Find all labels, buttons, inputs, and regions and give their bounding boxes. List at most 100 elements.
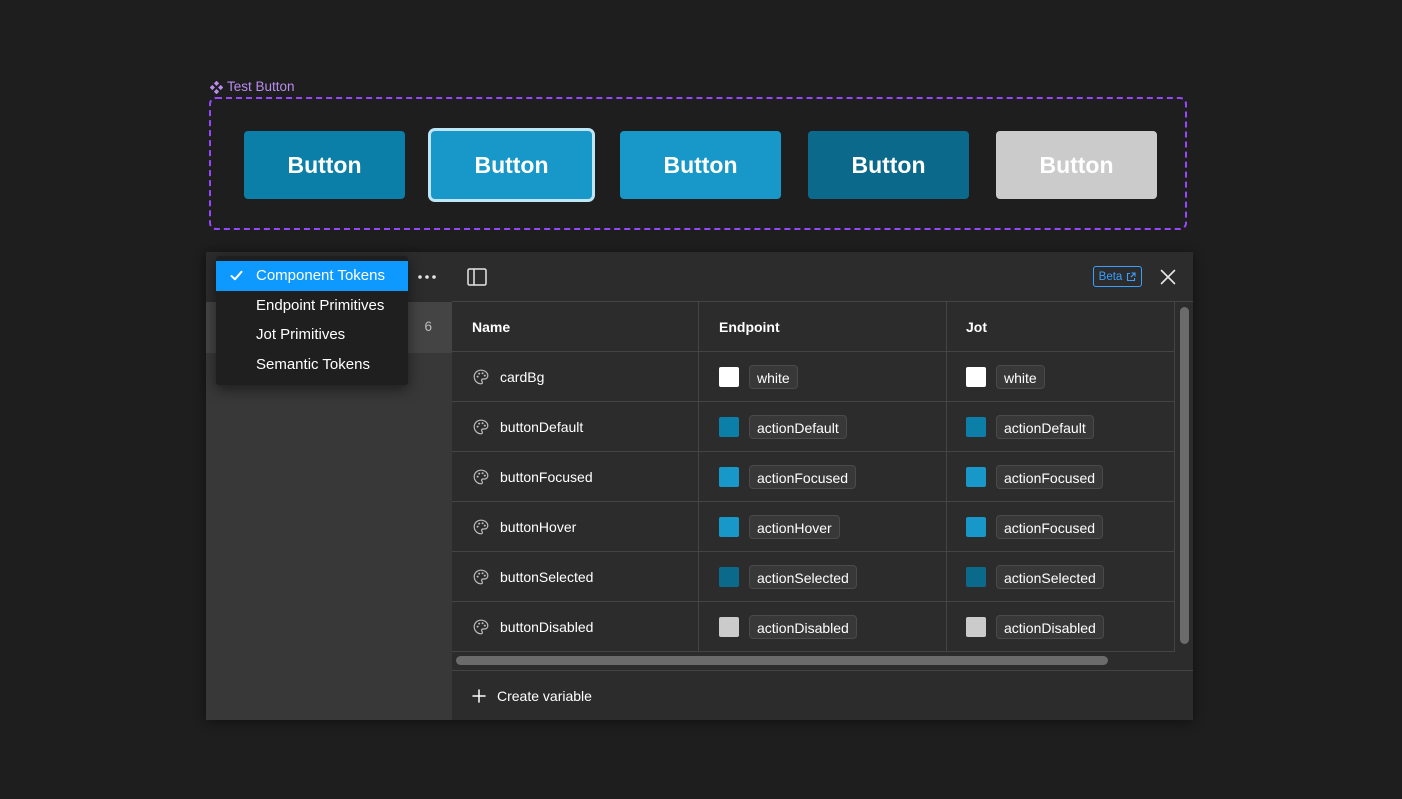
table-row[interactable]: buttonDisabled actionDisabled actionDisabl…: [452, 602, 1175, 652]
create-variable-label: Create variable: [497, 687, 592, 704]
color-swatch: [719, 367, 739, 387]
jot-value-cell[interactable]: white: [947, 352, 1175, 402]
button-focused[interactable]: Button: [431, 131, 592, 199]
variable-name-cell[interactable]: buttonDisabled: [452, 602, 699, 652]
button-selected[interactable]: Button: [808, 131, 969, 199]
jot-value-cell[interactable]: actionFocused: [947, 452, 1175, 502]
external-link-icon: [1127, 271, 1136, 281]
color-swatch: [966, 517, 986, 537]
button-hover[interactable]: Button: [620, 131, 781, 199]
menu-item-semantic-tokens[interactable]: Semantic Tokens: [216, 350, 408, 380]
color-variable-icon: [473, 569, 489, 585]
beta-label: Beta: [1098, 270, 1123, 283]
table-row[interactable]: buttonFocused actionFocused actionFocused: [452, 452, 1175, 502]
close-icon[interactable]: [1158, 267, 1178, 287]
color-swatch: [719, 467, 739, 487]
menu-item-label: Jot Primitives: [256, 326, 346, 343]
column-header-name: Name: [472, 319, 511, 335]
endpoint-value-cell[interactable]: actionSelected: [699, 552, 947, 602]
button-label: Button: [663, 151, 738, 178]
endpoint-value-cell[interactable]: actionHover: [699, 502, 947, 552]
alias-pill[interactable]: actionDefault: [749, 415, 847, 439]
jot-value-cell[interactable]: actionFocused: [947, 502, 1175, 552]
color-swatch: [966, 567, 986, 587]
variable-name: buttonFocused: [500, 469, 593, 485]
alias-pill[interactable]: actionDisabled: [749, 615, 857, 639]
variable-name-cell[interactable]: buttonDefault: [452, 402, 699, 452]
table-row[interactable]: buttonDefault actionDefault actionDefault: [452, 402, 1175, 452]
table-row[interactable]: buttonSelected actionSelected actionSelect…: [452, 552, 1175, 602]
variable-name: cardBg: [500, 369, 545, 385]
button-label: Button: [474, 151, 549, 178]
more-options-icon[interactable]: [414, 265, 440, 289]
create-variable-button[interactable]: Create variable: [452, 670, 1193, 720]
alias-pill[interactable]: actionDisabled: [996, 615, 1104, 639]
alias-pill[interactable]: actionSelected: [749, 565, 857, 589]
alias-pill[interactable]: actionFocused: [996, 465, 1104, 489]
variable-name-cell[interactable]: buttonHover: [452, 502, 699, 552]
color-swatch: [719, 567, 739, 587]
collection-count: 6: [424, 319, 432, 334]
button-disabled[interactable]: Button: [996, 131, 1157, 199]
jot-value-cell[interactable]: actionSelected: [947, 552, 1175, 602]
color-swatch: [966, 467, 986, 487]
table-row[interactable]: cardBg white white: [452, 352, 1175, 402]
beta-badge[interactable]: Beta: [1093, 266, 1142, 287]
color-swatch: [719, 517, 739, 537]
button-default[interactable]: Button: [244, 131, 405, 199]
color-swatch: [719, 617, 739, 637]
column-header-endpoint[interactable]: Endpoint: [719, 319, 780, 335]
component-label[interactable]: Test Button: [210, 78, 295, 96]
table-row[interactable]: buttonHover actionHover actionFocused: [452, 502, 1175, 552]
button-label: Button: [851, 151, 926, 178]
plus-icon: [472, 688, 486, 703]
table-header-row: Name Endpoint Jot: [452, 302, 1175, 352]
color-swatch: [966, 417, 986, 437]
endpoint-value-cell[interactable]: actionDisabled: [699, 602, 947, 652]
collections-sidebar: 6 Component Tokens Endpoint Primitives J…: [206, 252, 452, 720]
horizontal-scrollbar[interactable]: [456, 656, 1108, 665]
color-swatch: [966, 617, 986, 637]
variable-name: buttonDisabled: [500, 619, 594, 635]
button-label: Button: [287, 151, 362, 178]
variable-name-cell[interactable]: buttonSelected: [452, 552, 699, 602]
menu-item-jot-primitives[interactable]: Jot Primitives: [216, 320, 408, 350]
menu-item-label: Component Tokens: [256, 267, 385, 284]
alias-pill[interactable]: actionFocused: [996, 515, 1104, 539]
alias-pill[interactable]: actionDefault: [996, 415, 1094, 439]
jot-value-cell[interactable]: actionDisabled: [947, 602, 1175, 652]
jot-value-cell[interactable]: actionDefault: [947, 402, 1175, 452]
menu-item-label: Endpoint Primitives: [256, 296, 385, 314]
alias-pill[interactable]: actionSelected: [996, 565, 1104, 589]
color-variable-icon: [473, 519, 489, 535]
menu-item-component-tokens[interactable]: Component Tokens: [216, 261, 408, 291]
color-swatch: [966, 367, 986, 387]
alias-pill[interactable]: actionFocused: [749, 465, 857, 489]
alias-pill[interactable]: white: [996, 365, 1045, 389]
endpoint-value-cell[interactable]: actionDefault: [699, 402, 947, 452]
alias-pill[interactable]: actionHover: [749, 515, 840, 539]
variable-name-cell[interactable]: buttonFocused: [452, 452, 699, 502]
endpoint-value-cell[interactable]: white: [699, 352, 947, 402]
component-icon: [210, 80, 223, 94]
sidebar-toggle-icon[interactable]: [466, 266, 488, 288]
variable-name: buttonSelected: [500, 569, 594, 585]
variable-name-cell[interactable]: cardBg: [452, 352, 699, 402]
vertical-scrollbar[interactable]: [1180, 307, 1189, 644]
column-header-jot[interactable]: Jot: [966, 319, 987, 335]
menu-item-endpoint-primitives[interactable]: Endpoint Primitives: [216, 291, 408, 321]
alias-pill[interactable]: white: [749, 365, 798, 389]
color-swatch: [719, 417, 739, 437]
component-label-text: Test Button: [227, 79, 295, 94]
color-variable-icon: [473, 369, 489, 385]
collection-dropdown-menu: Component Tokens Endpoint Primitives Jot…: [216, 256, 408, 385]
check-icon: [228, 261, 244, 290]
menu-item-label: Semantic Tokens: [256, 355, 370, 373]
color-variable-icon: [473, 619, 489, 635]
endpoint-value-cell[interactable]: actionFocused: [699, 452, 947, 502]
variable-name: buttonDefault: [500, 419, 584, 435]
color-variable-icon: [473, 469, 489, 485]
variables-panel: 6 Component Tokens Endpoint Primitives J…: [206, 252, 1193, 720]
variable-name: buttonHover: [500, 519, 577, 535]
button-label: Button: [1039, 151, 1114, 178]
